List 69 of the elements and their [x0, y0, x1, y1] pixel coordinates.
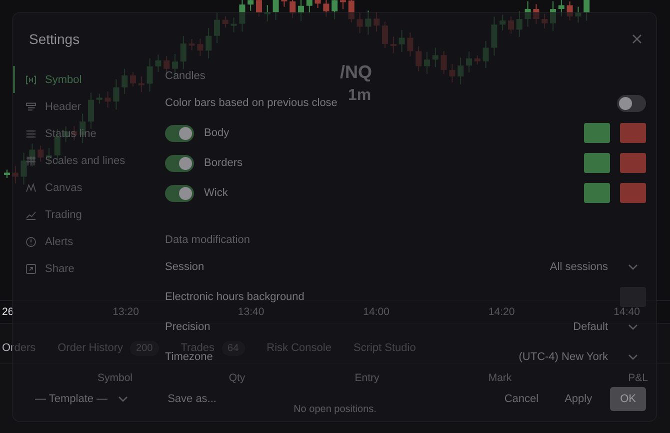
candlestick [248, 0, 254, 12]
bracket-icon [25, 74, 37, 86]
setting-label: Session [165, 261, 206, 273]
chevron-icon [628, 264, 638, 270]
sidebar-item[interactable]: Share [13, 255, 165, 282]
grid-icon [25, 154, 37, 166]
sidebar-item[interactable]: Symbol [13, 66, 165, 93]
setting-label: Electronic hours background [165, 291, 306, 303]
section-heading: Data modification [165, 234, 250, 246]
candlestick [314, 0, 321, 8]
candlestick [281, 0, 288, 8]
color-swatch[interactable] [584, 183, 610, 203]
sidebar-item[interactable]: Status line [13, 120, 165, 147]
column-header: Mark [488, 372, 512, 384]
share-icon [25, 262, 37, 274]
save-as-button[interactable]: Save as... [160, 387, 224, 411]
candlestick [340, 0, 346, 10]
toggle-switch[interactable] [165, 124, 194, 142]
zigzag-icon [25, 182, 37, 194]
toggle-switch[interactable] [165, 154, 194, 172]
dialog-button[interactable]: OK [610, 387, 646, 411]
setting-label: Wick [204, 187, 229, 199]
time-label: 26 [2, 306, 14, 318]
column-header: Qty [228, 372, 246, 384]
sidebar-item[interactable]: Header [13, 93, 165, 120]
dialog-title: Settings [29, 30, 80, 46]
column-header: P&L [628, 372, 648, 384]
empty-message: No open positions. [294, 404, 376, 415]
time-label: 13:40 [238, 306, 264, 318]
color-swatch[interactable] [584, 153, 610, 173]
time-label: 13:20 [112, 306, 139, 318]
column-header: Entry [354, 372, 380, 384]
time-label: 14:40 [614, 306, 640, 318]
section-heading: Candles [165, 70, 206, 82]
candlestick [306, 0, 312, 14]
sidebar-item[interactable]: Scales and lines [13, 147, 165, 174]
candlestick [4, 169, 10, 178]
setting-label: Color bars based on previous close [165, 97, 338, 109]
dropdown[interactable]: (UTC-4) New York [510, 347, 646, 367]
color-swatch[interactable] [620, 183, 646, 203]
chevron-icon [118, 396, 128, 402]
lines-icon [25, 128, 37, 140]
chart-interval: 1m [347, 87, 372, 105]
sidebar-item[interactable]: Trading [13, 201, 165, 228]
dropdown[interactable]: Default [565, 317, 646, 337]
template-dropdown[interactable]: — Template — [35, 390, 128, 408]
header-icon [25, 100, 37, 112]
color-swatch[interactable] [584, 123, 610, 143]
time-label: 14:00 [363, 306, 390, 318]
setting-label: Borders [204, 157, 244, 169]
time-label: 14:20 [488, 306, 515, 318]
chart-symbol: /NQ [340, 62, 372, 83]
setting-label: Body [204, 127, 230, 139]
panel-tab[interactable]: Orders [2, 342, 36, 354]
setting-label: Precision [165, 321, 212, 333]
color-swatch[interactable] [620, 153, 646, 173]
setting-label: Timezone [165, 351, 213, 363]
chevron-icon [628, 324, 638, 330]
dropdown[interactable]: All sessions [542, 257, 646, 277]
dialog-button[interactable]: Cancel [496, 387, 547, 411]
sidebar-item[interactable]: Alerts [13, 228, 165, 255]
toggle-switch[interactable] [165, 184, 194, 202]
dialog-button[interactable]: Apply [556, 387, 600, 411]
toggle-switch[interactable] [617, 94, 646, 112]
chevron-icon [628, 354, 638, 360]
color-swatch[interactable] [620, 123, 646, 143]
info-circle-icon [25, 236, 37, 248]
column-header: Symbol [97, 372, 132, 384]
sidebar-item[interactable]: Canvas [13, 174, 165, 201]
